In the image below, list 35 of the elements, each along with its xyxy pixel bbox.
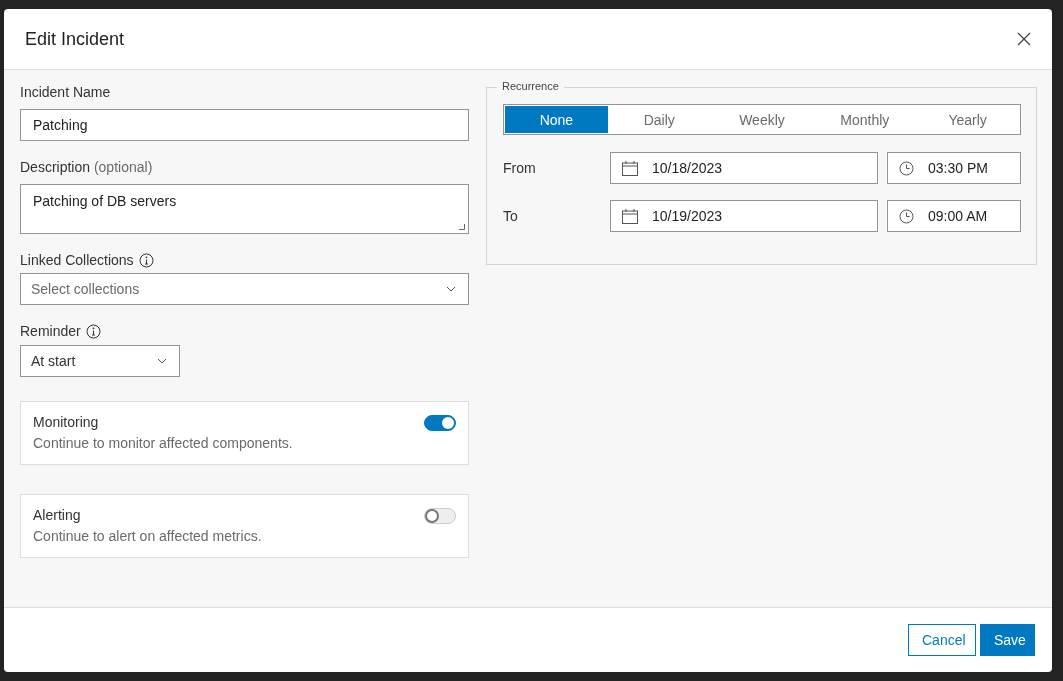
option-description: Continue to monitor affected components. [33,435,293,451]
field-label: Reminder [20,323,81,339]
time-field[interactable]: 09:00 AM [887,200,1021,232]
date-field[interactable]: 10/18/2023 [610,152,878,184]
select-field[interactable]: At start [20,345,180,377]
info-icon[interactable] [85,323,101,339]
segment-button[interactable]: None [505,106,608,133]
row-label: To [503,208,519,224]
resize-handle-icon[interactable] [459,224,465,230]
select-field[interactable]: Select collections [20,273,469,305]
calendar-icon [622,208,638,224]
clock-icon [899,160,914,176]
calendar-icon [622,160,638,176]
save-button[interactable]: Save [980,624,1035,656]
text-area[interactable]: Patching of DB servers [20,184,469,234]
date-field[interactable]: 10/19/2023 [610,200,878,232]
clock-icon [899,208,914,224]
toggle-switch[interactable] [424,415,456,431]
info-icon[interactable] [138,252,154,268]
cancel-button[interactable]: Cancel [908,624,976,656]
dialog-title: Edit Incident [25,28,125,50]
input-field[interactable]: Patching [20,109,469,141]
toggle-switch[interactable] [424,508,456,524]
option-description: Continue to alert on affected metrics. [33,528,262,544]
close-icon[interactable] [1017,32,1031,46]
option-title: Monitoring [33,414,100,430]
chevron-icon [157,358,167,364]
field-label: Description (optional) [20,159,153,175]
panel-legend: Recurrence [497,80,564,92]
row-label: From [503,160,537,176]
chevron-icon [446,286,456,292]
field-label: Linked Collections [20,252,134,268]
option-title: Alerting [33,507,82,523]
time-field[interactable]: 03:30 PM [887,152,1021,184]
field-label: Incident Name [20,84,112,100]
